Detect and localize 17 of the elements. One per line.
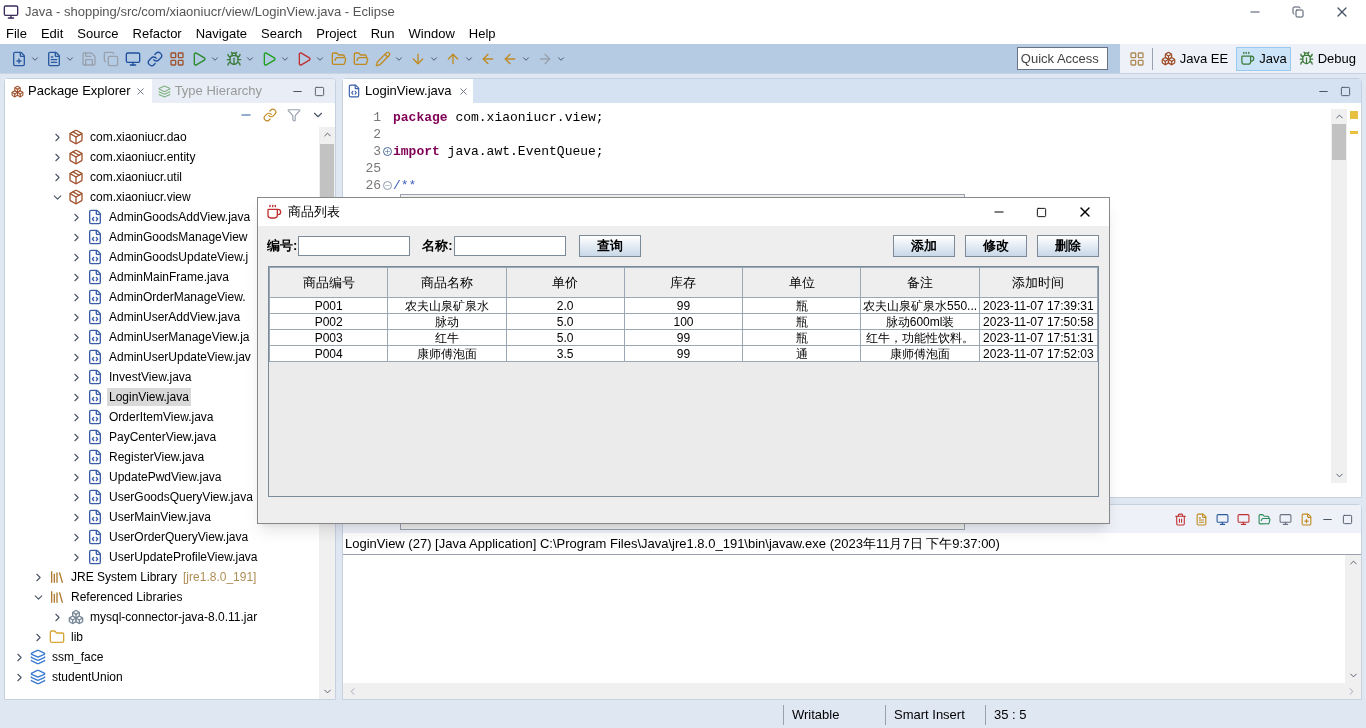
status-field: Smart Insert <box>885 705 985 725</box>
window-title: Java - shopping/src/com/xiaoniucr/view/LoginView.java - Eclipse <box>25 3 395 22</box>
line-number: 2 <box>372 125 381 144</box>
code-line: /** <box>393 176 417 195</box>
dialog-title: 商品列表 <box>288 203 340 222</box>
status-field: Writable <box>783 705 885 725</box>
field-label: 名称: <box>422 237 453 256</box>
status-field: 35 : 5 <box>985 705 1075 725</box>
console-header: LoginView (27) [Java Application] C:\Program Files\Java\jre1.8.0_191\bin\javaw.exe (2023年11月7日 下午9:37:00) <box>345 534 1000 553</box>
line-number: 26 <box>364 176 381 195</box>
line-number: 1 <box>372 108 381 127</box>
field-label: 编号: <box>267 237 298 256</box>
line-number: 3 <box>372 142 381 161</box>
line-number: 25 <box>364 159 381 178</box>
code-line: import java.awt.EventQueue; <box>393 142 604 161</box>
tree-item-decoration: [jre1.8.0_191] <box>183 569 257 586</box>
code-line: package com.xiaoniucr.view; <box>393 108 604 127</box>
